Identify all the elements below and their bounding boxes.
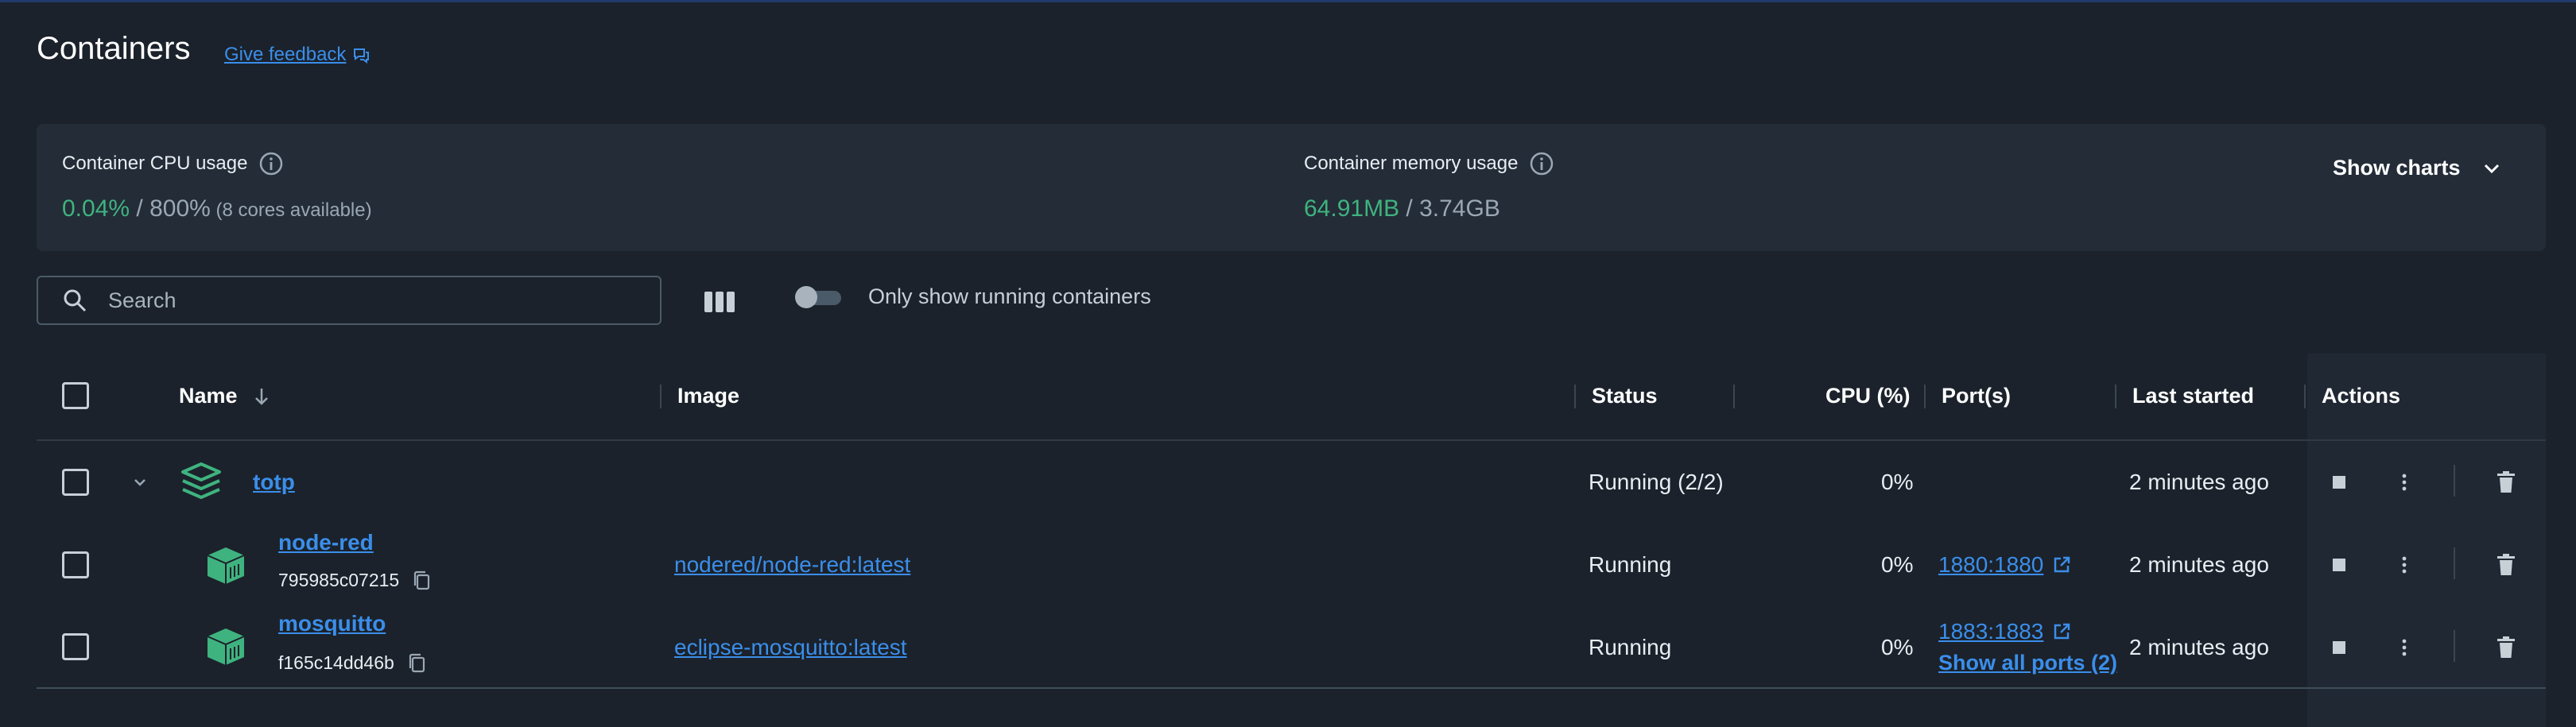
stop-icon[interactable]: [2331, 557, 2347, 573]
cpu-header-label: CPU (%): [1825, 384, 1911, 408]
select-all-checkbox[interactable]: [62, 382, 89, 409]
cpu-column-header[interactable]: CPU (%): [1825, 384, 1911, 408]
more-vertical-icon[interactable]: [2393, 554, 2415, 576]
give-feedback-label: Give feedback: [224, 44, 347, 65]
page-title: Containers: [37, 31, 191, 66]
memory-separator: /: [1399, 195, 1420, 222]
only-running-toggle-row: Only show running containers: [795, 284, 1151, 309]
container-name-link[interactable]: node-red: [278, 530, 374, 555]
last-started-column-header[interactable]: Last started: [2132, 384, 2254, 408]
container-id-text: f165c14dd46b: [278, 652, 394, 673]
port-link-row: 1880:1880: [1938, 552, 2072, 578]
search-input[interactable]: Search: [108, 288, 177, 313]
cpu-value: 0%: [1881, 635, 1914, 659]
feedback-icon: [354, 48, 370, 64]
chevron-down-icon: [2484, 164, 2499, 173]
container-icon: [207, 628, 245, 665]
row-checkbox[interactable]: [62, 633, 89, 660]
show-charts-button[interactable]: Show charts: [2333, 156, 2502, 180]
container-id-text: 795985c07215: [278, 570, 400, 590]
status-header-label: Status: [1592, 384, 1658, 408]
ports-header-label: Port(s): [1942, 384, 2011, 408]
cpu-value: 0%: [1881, 470, 1914, 494]
name-column-header[interactable]: Name: [179, 384, 271, 408]
last-started-text: 2 minutes ago: [2129, 470, 2269, 494]
name-header-label: Name: [179, 384, 238, 408]
row-checkbox[interactable]: [62, 551, 89, 578]
container-name-link[interactable]: mosquitto: [278, 611, 386, 636]
port-link-row: 1883:1883: [1938, 619, 2072, 644]
image-link[interactable]: nodered/node-red:latest: [674, 552, 910, 578]
cpu-usage-label-row: Container CPU usage: [62, 151, 284, 176]
show-all-ports-link[interactable]: Show all ports (2): [1938, 651, 2117, 675]
show-charts-label: Show charts: [2333, 156, 2461, 180]
cpu-used: 0.04%: [62, 195, 130, 222]
trash-icon[interactable]: [2496, 554, 2516, 576]
cpu-total: 800%: [149, 195, 211, 222]
last-started-text: 2 minutes ago: [2129, 552, 2269, 577]
container-icon: [207, 547, 245, 584]
memory-usage-label: Container memory usage: [1304, 153, 1519, 174]
give-feedback-link[interactable]: Give feedback: [224, 44, 370, 66]
status-text: Running: [1589, 635, 1672, 659]
more-vertical-icon[interactable]: [2393, 636, 2415, 659]
actions-column-bg: [2307, 354, 2546, 727]
trash-icon[interactable]: [2496, 636, 2516, 659]
container-id: f165c14dd46b: [278, 652, 426, 674]
info-icon[interactable]: [1529, 151, 1554, 176]
memory-usage-value: 64.91MB / 3.74GB: [1304, 195, 1500, 222]
memory-total: 3.74GB: [1419, 195, 1500, 222]
cpu-value: 0%: [1881, 552, 1914, 577]
chevron-down-icon[interactable]: [130, 473, 149, 492]
row-checkbox[interactable]: [62, 469, 89, 496]
container-id: 795985c07215: [278, 570, 431, 591]
arrow-down-icon: [254, 388, 268, 405]
port-link[interactable]: 1880:1880: [1938, 552, 2043, 578]
info-icon[interactable]: [258, 151, 284, 176]
image-header-label: Image: [677, 384, 740, 408]
last-started-header-label: Last started: [2132, 384, 2255, 408]
trash-icon[interactable]: [2496, 471, 2516, 493]
external-link-icon[interactable]: [2051, 621, 2072, 642]
columns-icon[interactable]: [703, 290, 736, 314]
actions-header-label: Actions: [2322, 384, 2401, 408]
image-link[interactable]: eclipse-mosquitto:latest: [674, 635, 907, 660]
copy-icon[interactable]: [412, 570, 431, 591]
cpu-cores-note: (8 cores available): [210, 199, 372, 221]
actions-column-header: Actions: [2322, 384, 2400, 408]
cpu-usage-value: 0.04% / 800% (8 cores available): [62, 195, 372, 222]
search-icon: [64, 289, 87, 312]
copy-icon[interactable]: [407, 653, 426, 674]
external-link-icon[interactable]: [2051, 555, 2072, 575]
image-column-header[interactable]: Image: [677, 384, 739, 408]
stop-icon[interactable]: [2331, 640, 2347, 655]
usage-stats-panel: Container CPU usage 0.04% / 800% (8 core…: [37, 124, 2546, 251]
stop-icon[interactable]: [2331, 474, 2347, 490]
memory-used: 64.91MB: [1304, 195, 1400, 222]
cpu-usage-label: Container CPU usage: [62, 153, 248, 174]
search-box[interactable]: Search: [37, 276, 661, 325]
only-running-toggle[interactable]: [795, 285, 844, 308]
memory-usage-label-row: Container memory usage: [1304, 151, 1554, 176]
last-started-text: 2 minutes ago: [2129, 635, 2269, 659]
ports-column-header[interactable]: Port(s): [1942, 384, 2011, 408]
stack-icon: [181, 462, 221, 499]
status-text: Running: [1589, 552, 1672, 577]
cpu-separator: /: [130, 195, 150, 222]
only-running-label: Only show running containers: [868, 284, 1151, 308]
status-text: Running (2/2): [1589, 470, 1724, 494]
status-column-header[interactable]: Status: [1592, 384, 1658, 408]
more-vertical-icon[interactable]: [2393, 471, 2415, 493]
port-link[interactable]: 1883:1883: [1938, 619, 2043, 644]
container-name-link[interactable]: totp: [253, 470, 295, 495]
